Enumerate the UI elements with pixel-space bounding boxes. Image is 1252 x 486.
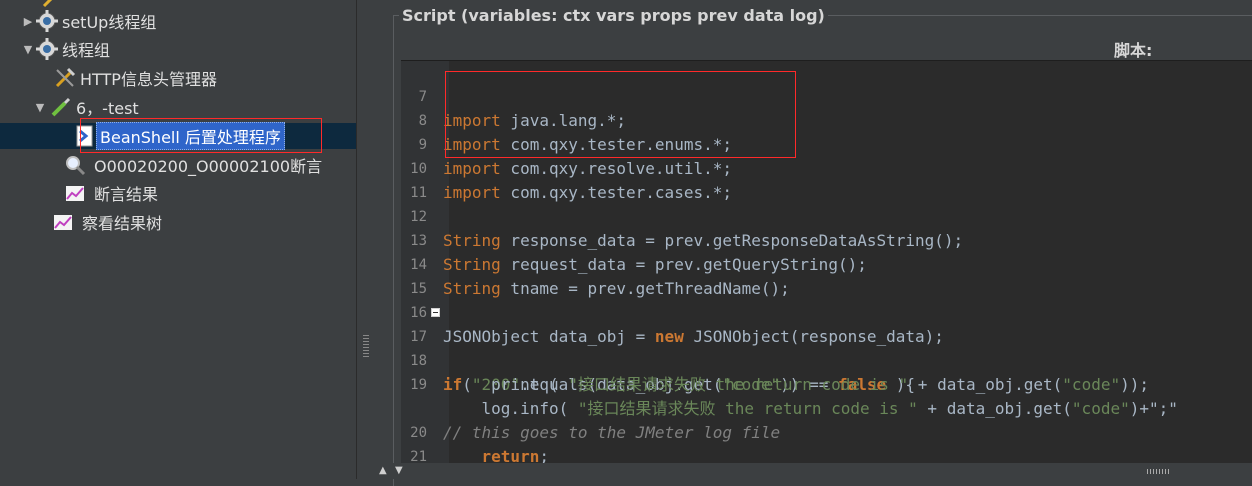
tree-item-http-header-manager[interactable]: HTTP信息头管理器 [0, 65, 356, 91]
graph-icon [52, 211, 74, 233]
code-line: 17 if("200".equals(data_obj.get("code"))… [401, 301, 1252, 394]
wrench-icon [54, 67, 76, 89]
collapse-arrow-icon[interactable]: ▼ [34, 101, 46, 114]
tree-item-sampler[interactable]: ▼ 6，-test [0, 94, 356, 120]
code-line: 15 [401, 253, 1252, 297]
code-line: 11 [401, 157, 1252, 201]
panel-splitter[interactable] [356, 0, 377, 479]
code-line: 18 print ( "接口结果请求失败 the return code is … [401, 325, 1252, 394]
code-line: 19 log.info( "接口结果请求失败 the return code i… [401, 349, 1252, 418]
magnifier-icon [64, 154, 86, 176]
pipette-icon [50, 96, 72, 118]
fold-toggle-icon[interactable] [431, 308, 440, 317]
script-group-title: Script (variables: ctx vars props prev d… [399, 6, 828, 25]
code-line: 13 String request_data = prev.getQuerySt… [401, 205, 1252, 274]
code-line: 22 [401, 445, 1252, 464]
collapse-arrow-icon[interactable]: ▼ [22, 43, 34, 56]
tree-item-label: HTTP信息头管理器 [80, 70, 217, 89]
tree-item-label: BeanShell 后置处理程序 [96, 122, 285, 150]
scroll-up-icon[interactable]: ▲ [379, 465, 387, 476]
tree-item-label: 察看结果树 [82, 214, 163, 233]
code-line: // this goes to the JMeter log file [401, 373, 1252, 442]
gear-icon [36, 38, 58, 60]
script-panel: Script (variables: ctx vars props prev d… [377, 0, 1252, 486]
code-line: 20 return; [401, 397, 1252, 464]
graph-icon [64, 182, 86, 204]
code-line: 7 import java.lang.*; [401, 61, 1252, 130]
gear-icon [36, 10, 58, 32]
resize-grip-icon[interactable] [1147, 469, 1169, 474]
code-line: 10 import com.qxy.tester.cases.*; [401, 133, 1252, 202]
code-line: 12 String response_data = prev.getRespon… [401, 181, 1252, 250]
tree-item-thread-group[interactable]: ▼ 线程组 [0, 36, 356, 62]
tree-item-label: 断言结果 [94, 185, 159, 204]
code-line: 14 String tname = prev.getThreadName(); [401, 229, 1252, 298]
code-line: 21 } [401, 421, 1252, 464]
tree-item-view-results-tree[interactable]: 察看结果树 [0, 209, 356, 235]
code-line: 16 JSONObject data_obj = new JSONObject(… [401, 277, 1252, 346]
tree-item-assertion-results[interactable]: 断言结果 [0, 180, 356, 206]
script-icon [74, 125, 96, 147]
code-line: 8 import com.qxy.tester.enums.*; [401, 85, 1252, 154]
splitter-grip-icon[interactable] [363, 335, 369, 357]
tree-item-label: setUp线程组 [62, 13, 157, 32]
tree-item-beanshell-postprocessor[interactable]: BeanShell 后置处理程序 [0, 122, 356, 150]
code-line: 9 import com.qxy.resolve.util.*; [401, 109, 1252, 178]
tree-item-label: 线程组 [62, 41, 111, 60]
tree-item-assertion[interactable]: O00020200_O00002100断言 [0, 152, 356, 178]
tree-item-setup-thread-group[interactable]: ▶ setUp线程组 [0, 8, 356, 34]
expand-arrow-icon[interactable]: ▶ [22, 15, 34, 28]
tree-item-label: O00020200_O00002100断言 [94, 157, 323, 176]
editor-bottom-bar: ▲ ▼ [377, 463, 1252, 479]
test-plan-tree[interactable]: ▶ setUp线程组 ▼ 线程组 HTTP信息头管理器 ▼ 6，-test Be… [0, 0, 356, 479]
tree-item-label: 6，-test [76, 99, 139, 118]
script-editor[interactable]: 7 import java.lang.*; 8 import com.qxy.t… [401, 60, 1252, 464]
scroll-down-icon[interactable]: ▼ [395, 465, 403, 476]
script-label: 脚本: [1114, 41, 1153, 60]
